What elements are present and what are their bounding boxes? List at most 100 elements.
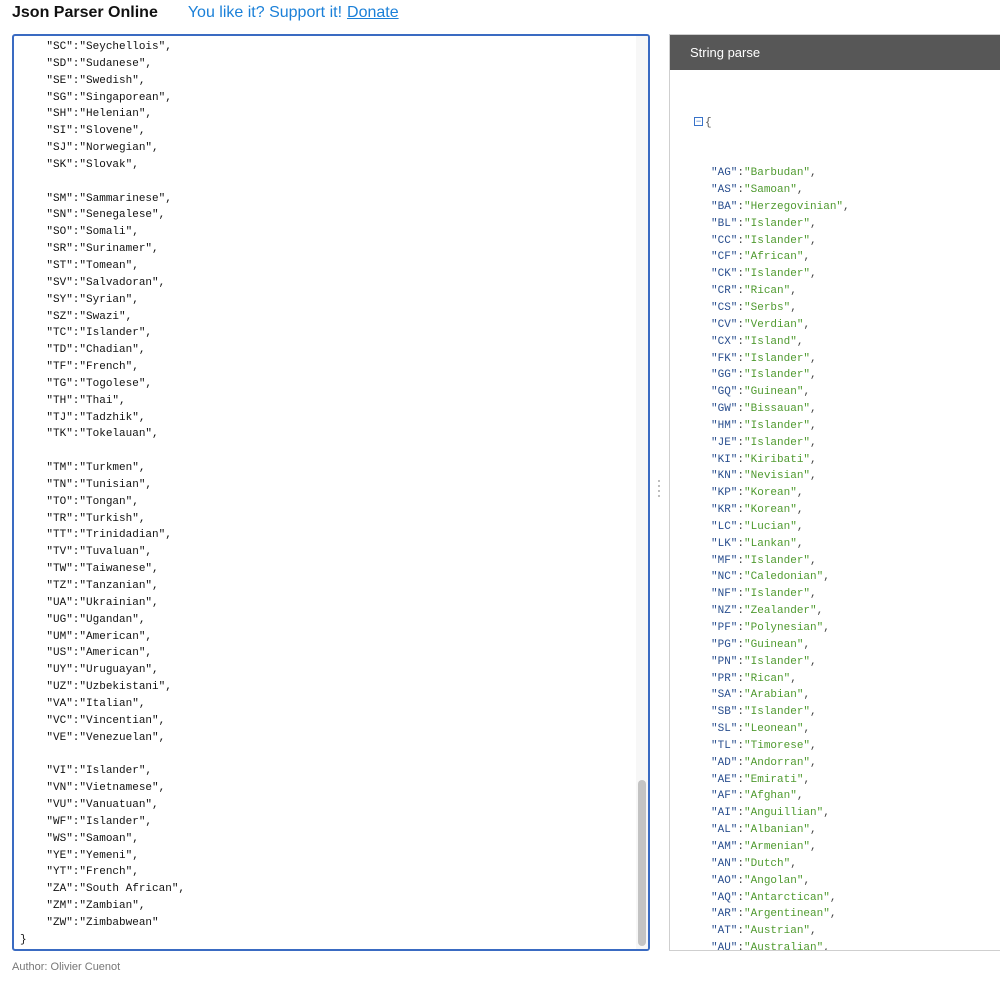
editor-line: "TF":"French", xyxy=(20,361,139,374)
entry-key: "CF" xyxy=(711,251,738,264)
entry-key: "SA" xyxy=(711,689,738,702)
tree-entry: "BA":"Herzegovinian", xyxy=(711,200,850,213)
collapse-icon[interactable]: − xyxy=(694,117,703,127)
editor-scrollbar-thumb[interactable] xyxy=(638,780,646,946)
tree-entry: "LC":"Lucian", xyxy=(711,520,804,533)
entry-key: "AS" xyxy=(711,184,738,197)
editor-line: "TV":"Tuvaluan", xyxy=(20,546,153,559)
editor-line: "SR":"Surinamer", xyxy=(20,243,159,256)
entry-key: "BA" xyxy=(711,200,738,213)
entry-key: "AO" xyxy=(711,874,738,887)
editor-line: "UG":"Ugandan", xyxy=(20,613,146,626)
editor-line: "SV":"Salvadoran", xyxy=(20,276,166,289)
editor-content[interactable]: "SC":"Seychellois", "SD":"Sudanese", "SE… xyxy=(20,39,634,949)
editor-line: "TO":"Tongan", xyxy=(20,495,139,508)
editor-line: "SD":"Sudanese", xyxy=(20,57,153,70)
entry-key: "MF" xyxy=(711,554,738,567)
tree-entry: "GQ":"Guinean", xyxy=(711,386,811,399)
entry-value: "Barbudan" xyxy=(744,167,811,180)
entry-value: "Lankan" xyxy=(744,537,797,550)
entry-key: "GG" xyxy=(711,369,738,382)
app-title: Json Parser Online xyxy=(12,4,158,21)
editor-line: "SY":"Syrian", xyxy=(20,293,139,306)
editor-line: "VN":"Vietnamese", xyxy=(20,782,166,795)
parse-tree: −{ "AG":"Barbudan", "AS":"Samoan", "BA":"H… xyxy=(694,81,1000,950)
entry-key: "CX" xyxy=(711,335,738,348)
editor-line: "TK":"Tokelauan", xyxy=(20,428,159,441)
entry-value: "Islander" xyxy=(744,352,811,365)
entry-key: "CC" xyxy=(711,234,738,247)
entry-value: "Timorese" xyxy=(744,739,811,752)
editor-line: "TW":"Taiwanese", xyxy=(20,563,159,576)
tree-entry: "KN":"Nevisian", xyxy=(711,470,817,483)
editor-line: "TZ":"Tanzanian", xyxy=(20,580,159,592)
tree-entry: "CX":"Island", xyxy=(711,335,804,348)
entry-value: "Afghan" xyxy=(744,790,797,803)
entry-key: "KN" xyxy=(711,470,738,483)
entry-key: "AQ" xyxy=(711,891,738,904)
entry-key: "CV" xyxy=(711,318,738,331)
tree-entry: "CF":"African", xyxy=(711,251,811,264)
tree-entry: "SB":"Islander", xyxy=(711,706,817,719)
entry-key: "KP" xyxy=(711,487,738,500)
entry-key: "CR" xyxy=(711,285,738,298)
entry-value: "Kiribati" xyxy=(744,453,811,466)
editor-line: "YT":"French", xyxy=(20,866,139,879)
entry-key: "KI" xyxy=(711,453,738,466)
tree-entry: "HM":"Islander", xyxy=(711,419,817,432)
entry-value: "Samoan" xyxy=(744,184,797,197)
editor-line: "SH":"Helenian", xyxy=(20,108,153,121)
entry-value: "Korean" xyxy=(744,487,797,500)
entry-value: "Leonean" xyxy=(744,723,804,736)
tree-entry: "PF":"Polynesian", xyxy=(711,622,830,634)
tree-entry: "AF":"Afghan", xyxy=(711,790,804,803)
editor-line: "WS":"Samoan", xyxy=(20,832,139,845)
entry-value: "Caledonian" xyxy=(744,571,824,584)
support-text: You like it? Support it! xyxy=(187,4,343,21)
editor-line: "WF":"Islander", xyxy=(20,815,153,828)
editor-line: "SN":"Senegalese", xyxy=(20,209,166,222)
entry-value: "Polynesian" xyxy=(744,622,824,634)
open-brace: { xyxy=(705,116,712,129)
tree-entry: "AT":"Austrian", xyxy=(711,925,817,938)
entry-value: "Islander" xyxy=(744,234,811,247)
entry-key: "AE" xyxy=(711,773,738,786)
editor-line: "SM":"Sammarinese", xyxy=(20,192,172,205)
editor-line: "SZ":"Swazi", xyxy=(20,310,133,323)
editor-line: "TG":"Togolese", xyxy=(20,377,153,390)
editor-line: "SE":"Swedish", xyxy=(20,74,146,87)
tree-entry: "CK":"Islander", xyxy=(711,268,817,281)
editor-line: "ST":"Tomean", xyxy=(20,259,139,272)
entry-key: "KR" xyxy=(711,504,738,517)
tree-entry: "KP":"Korean", xyxy=(711,487,804,500)
editor-line: "ZM":"Zambian", xyxy=(20,900,146,913)
editor-scrollbar[interactable] xyxy=(636,36,648,949)
entry-value: "Islander" xyxy=(744,419,811,432)
entry-key: "CS" xyxy=(711,301,738,314)
editor-line: "VU":"Vanuatuan", xyxy=(20,798,159,811)
editor-line: "SC":"Seychellois", xyxy=(20,41,172,53)
entry-key: "TL" xyxy=(711,739,738,752)
entry-key: "AR" xyxy=(711,908,738,921)
entry-key: "JE" xyxy=(711,436,738,449)
json-input-editor[interactable]: "SC":"Seychellois", "SD":"Sudanese", "SE… xyxy=(12,34,650,951)
panel-splitter-handle[interactable] xyxy=(657,480,661,506)
donate-link[interactable]: Donate xyxy=(347,4,399,22)
entry-value: "Bissauan" xyxy=(744,403,811,416)
editor-line: "TM":"Turkmen", xyxy=(20,462,146,475)
entry-key: "LK" xyxy=(711,537,738,550)
entry-key: "AG" xyxy=(711,167,738,180)
entry-key: "AM" xyxy=(711,840,738,853)
editor-line: "ZW":"Zimbabwean" xyxy=(20,916,159,929)
entry-key: "NZ" xyxy=(711,605,738,618)
entry-value: "Emirati" xyxy=(744,773,804,786)
tree-entry: "CS":"Serbs", xyxy=(711,301,797,314)
entry-key: "AI" xyxy=(711,807,738,820)
entry-value: "Argentinean" xyxy=(744,908,830,921)
editor-line: "TD":"Chadian", xyxy=(20,344,146,357)
tree-entry: "GW":"Bissauan", xyxy=(711,403,817,416)
entry-value: "Islander" xyxy=(744,588,811,601)
tree-entry: "AM":"Armenian", xyxy=(711,840,817,853)
